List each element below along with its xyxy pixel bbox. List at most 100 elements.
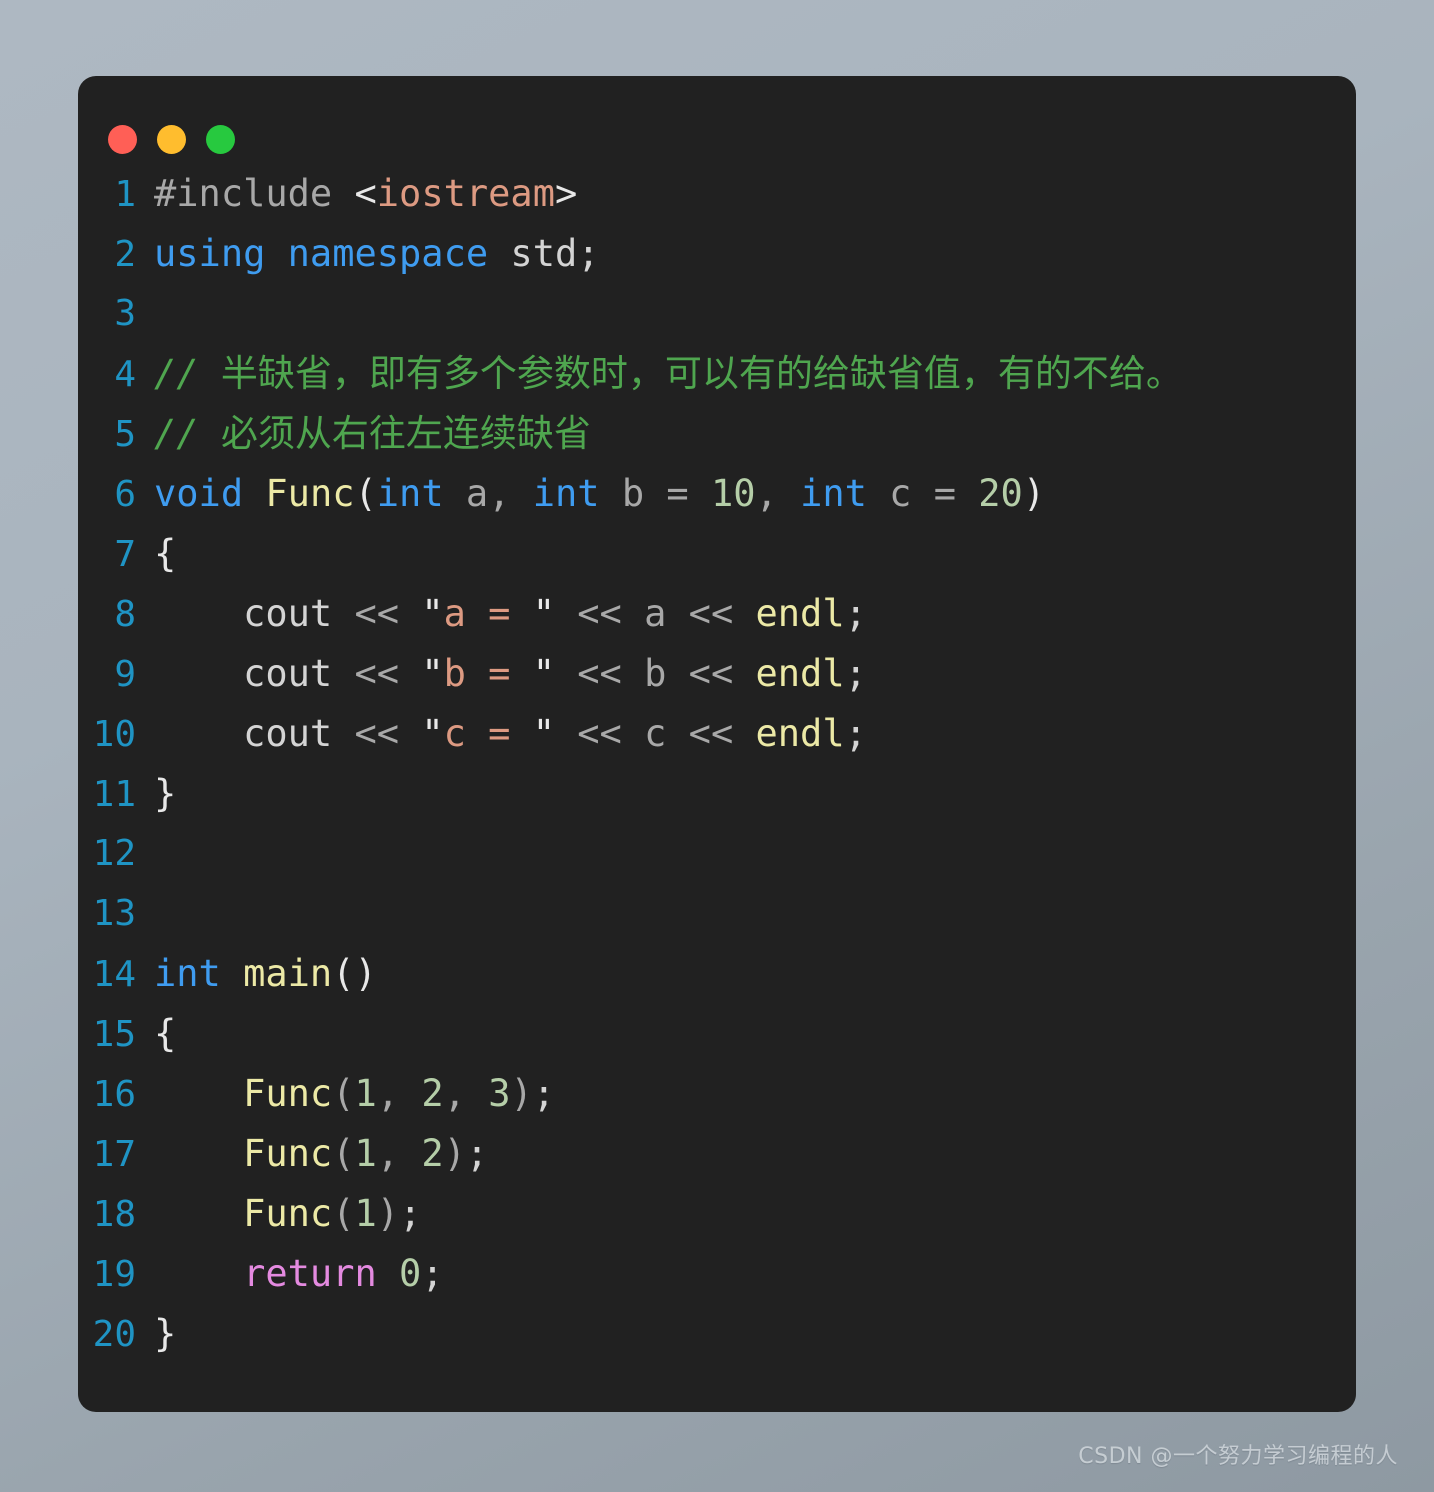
line-number: 2 xyxy=(114,234,136,275)
line-number: 18 xyxy=(92,1194,136,1235)
token-call-func: Func xyxy=(243,1132,333,1175)
token-brace-open: { xyxy=(154,1012,177,1055)
token-semicolon: ; xyxy=(844,712,867,755)
token-arg-3: 3 xyxy=(488,1072,511,1115)
token-paren-open: ( xyxy=(332,1132,355,1175)
code-content[interactable]: 1 #include <iostream> 2 using namespace … xyxy=(78,158,1356,1364)
token-std: std; xyxy=(488,232,600,275)
token-stream-op: << xyxy=(555,652,645,695)
token-comment-slashes: // xyxy=(154,412,221,455)
line-number: 9 xyxy=(114,654,136,695)
token-function-main: main xyxy=(243,952,333,995)
code-line: 12 xyxy=(78,824,1356,884)
token-header-name: iostream xyxy=(376,172,555,215)
token-call-func: Func xyxy=(243,1072,333,1115)
line-code: cout << "b = " << b << endl; xyxy=(154,644,1356,704)
code-line: 11 } xyxy=(78,764,1356,824)
line-code: // 半缺省，即有多个参数时，可以有的给缺省值，有的不给。 xyxy=(154,344,1356,404)
code-line: 6 void Func(int a, int b = 10, int c = 2… xyxy=(78,464,1356,524)
token-angle-open: < xyxy=(354,172,377,215)
code-line: 10 cout << "c = " << c << endl; xyxy=(78,704,1356,764)
token-stream-op: << xyxy=(666,712,756,755)
line-code: cout << "c = " << c << endl; xyxy=(154,704,1356,764)
watermark: CSDN @一个努力学习编程的人 xyxy=(1078,1444,1398,1469)
token-paren-open: ( xyxy=(332,1072,355,1115)
window-titlebar xyxy=(78,76,1356,158)
token-brace-close: } xyxy=(154,1312,177,1355)
token-comma: , xyxy=(376,1132,422,1175)
token-number-20: 20 xyxy=(978,472,1023,515)
code-line: 2 using namespace std; xyxy=(78,224,1356,284)
line-code: Func(1); xyxy=(154,1184,1356,1244)
line-code: Func(1, 2, 3); xyxy=(154,1064,1356,1124)
token-paren-open: ( xyxy=(354,472,377,515)
token-quote-open: " xyxy=(421,712,444,755)
token-cout: cout xyxy=(243,712,333,755)
line-number: 12 xyxy=(92,833,136,874)
line-number: 11 xyxy=(92,774,136,815)
token-paren-close: ) xyxy=(443,1132,466,1175)
line-number: 7 xyxy=(114,534,136,575)
code-line: 1 #include <iostream> xyxy=(78,164,1356,224)
token-stream-op: << xyxy=(332,712,422,755)
line-number: 14 xyxy=(92,954,136,995)
line-code: void Func(int a, int b = 10, int c = 20) xyxy=(154,464,1356,524)
token-comma: , xyxy=(376,1072,422,1115)
token-using-namespace: using namespace xyxy=(154,232,489,275)
token-comment-slashes: // xyxy=(154,352,221,395)
token-semicolon: ; xyxy=(465,1132,489,1175)
token-quote-close: " xyxy=(532,592,555,635)
line-number: 15 xyxy=(92,1014,136,1055)
token-arg-2: 2 xyxy=(421,1072,444,1115)
token-parens: () xyxy=(332,952,377,995)
line-number: 8 xyxy=(114,594,136,635)
close-icon[interactable] xyxy=(108,124,137,154)
token-comment-text: 半缺省，即有多个参数时，可以有的给缺省值，有的不给。 xyxy=(220,352,1183,395)
token-quote-close: " xyxy=(532,712,555,755)
token-quote-open: " xyxy=(421,652,444,695)
line-number: 1 xyxy=(114,174,136,215)
token-semicolon: ; xyxy=(532,1072,556,1115)
line-number: 17 xyxy=(92,1134,136,1175)
token-brace-open: { xyxy=(154,532,177,575)
token-paren-close: ) xyxy=(1022,472,1046,515)
line-code: } xyxy=(154,1304,1356,1364)
code-line: 17 Func(1, 2); xyxy=(78,1124,1356,1184)
token-keyword-void: void xyxy=(154,472,244,515)
token-endl: endl xyxy=(755,652,845,695)
code-line: 16 Func(1, 2, 3); xyxy=(78,1064,1356,1124)
token-keyword-int: int xyxy=(154,952,221,995)
line-code: return 0; xyxy=(154,1244,1356,1304)
token-variable-a: a xyxy=(644,592,667,635)
token-semicolon: ; xyxy=(844,652,867,695)
token-string-literal: b = xyxy=(443,652,533,695)
line-number: 20 xyxy=(92,1314,136,1355)
minimize-icon[interactable] xyxy=(157,124,186,154)
token-comment-text: 必须从右往左连续缺省 xyxy=(220,412,591,455)
token-string-literal: c = xyxy=(443,712,533,755)
token-cout: cout xyxy=(243,652,333,695)
token-stream-op: << xyxy=(555,712,645,755)
token-param-a: a, xyxy=(443,472,533,515)
token-keyword-int: int xyxy=(532,472,600,515)
token-cout: cout xyxy=(243,592,333,635)
token-semicolon: ; xyxy=(399,1192,422,1235)
token-function-name: Func xyxy=(265,472,355,515)
token-param-c: c = xyxy=(866,472,979,515)
token-semicolon: ; xyxy=(844,592,867,635)
token-comma: , xyxy=(755,472,801,515)
token-variable-b: b xyxy=(644,652,667,695)
line-number: 3 xyxy=(114,293,136,334)
code-line: 13 xyxy=(78,884,1356,944)
maximize-icon[interactable] xyxy=(206,124,235,154)
line-code: using namespace std; xyxy=(154,224,1356,284)
token-quote-close: " xyxy=(532,652,555,695)
